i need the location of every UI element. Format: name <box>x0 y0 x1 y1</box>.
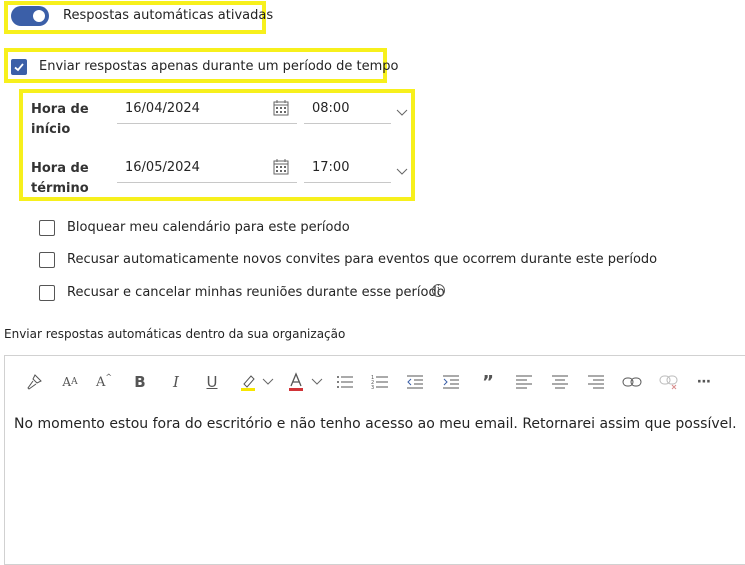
decline-invites-checkbox[interactable] <box>39 252 55 268</box>
font-size-icon[interactable]: AA <box>60 371 80 393</box>
increase-indent-icon[interactable] <box>441 371 461 393</box>
numbering-icon[interactable]: 123 <box>370 371 390 393</box>
info-icon[interactable]: i <box>432 284 445 297</box>
start-time-label: Hora de início <box>31 100 89 140</box>
cancel-meetings-checkbox[interactable] <box>39 285 55 301</box>
calendar-icon <box>273 155 289 191</box>
start-date-value: 16/04/2024 <box>125 101 200 116</box>
chevron-down-icon[interactable] <box>396 102 408 121</box>
end-date-value: 16/05/2024 <box>125 160 200 175</box>
calendar-icon <box>273 96 289 132</box>
svg-text:3: 3 <box>371 385 374 389</box>
align-center-icon[interactable] <box>550 371 570 393</box>
decrease-indent-icon[interactable] <box>405 371 425 393</box>
period-checkbox-label: Enviar respostas apenas durante um perío… <box>39 59 399 74</box>
unlink-icon[interactable] <box>658 371 680 393</box>
internal-section-title: Enviar respostas automáticas dentro da s… <box>4 327 346 341</box>
start-label-line1: Hora de <box>31 102 89 117</box>
chevron-down-icon[interactable] <box>311 371 323 393</box>
start-time-dropdown[interactable]: 08:00 <box>304 96 391 124</box>
checkmark-icon <box>14 63 24 72</box>
end-time-value: 17:00 <box>312 160 350 175</box>
cancel-meetings-label: Recusar e cancelar minhas reuniões duran… <box>67 285 445 300</box>
period-checkbox[interactable] <box>11 59 27 75</box>
format-painter-icon[interactable] <box>24 371 44 393</box>
italic-icon[interactable]: I <box>166 371 186 393</box>
end-date-picker[interactable]: 16/05/2024 <box>117 155 297 183</box>
auto-reply-toggle[interactable] <box>11 6 49 26</box>
highlight-icon[interactable] <box>238 371 258 393</box>
block-calendar-checkbox[interactable] <box>39 220 55 236</box>
auto-reply-toggle-label: Respostas automáticas ativadas <box>63 8 274 23</box>
chevron-down-icon[interactable] <box>396 161 408 180</box>
end-label-line2: término <box>31 181 89 196</box>
bullets-icon[interactable] <box>335 371 355 393</box>
toggle-knob <box>33 10 45 22</box>
start-label-line2: início <box>31 122 71 137</box>
start-time-value: 08:00 <box>312 101 350 116</box>
bold-icon[interactable]: B <box>130 371 150 393</box>
block-calendar-label: Bloquear meu calendário para este períod… <box>67 220 350 235</box>
quote-icon[interactable]: ” <box>478 371 498 393</box>
start-date-picker[interactable]: 16/04/2024 <box>117 96 297 124</box>
increase-font-icon[interactable]: A ^ <box>94 371 114 393</box>
more-options-icon[interactable]: ⋯ <box>694 371 714 393</box>
decline-invites-label: Recusar automaticamente novos convites p… <box>67 252 658 267</box>
link-icon[interactable] <box>621 371 643 393</box>
underline-icon[interactable]: U <box>202 371 222 393</box>
align-left-icon[interactable] <box>514 371 534 393</box>
end-label-line1: Hora de <box>31 161 89 176</box>
end-time-label: Hora de término <box>31 159 89 199</box>
chevron-down-icon[interactable] <box>262 371 274 393</box>
message-body-text[interactable]: No momento estou fora do escritório e nã… <box>14 416 737 432</box>
font-color-icon[interactable] <box>286 371 306 393</box>
end-time-dropdown[interactable]: 17:00 <box>304 155 391 183</box>
align-right-icon[interactable] <box>586 371 606 393</box>
